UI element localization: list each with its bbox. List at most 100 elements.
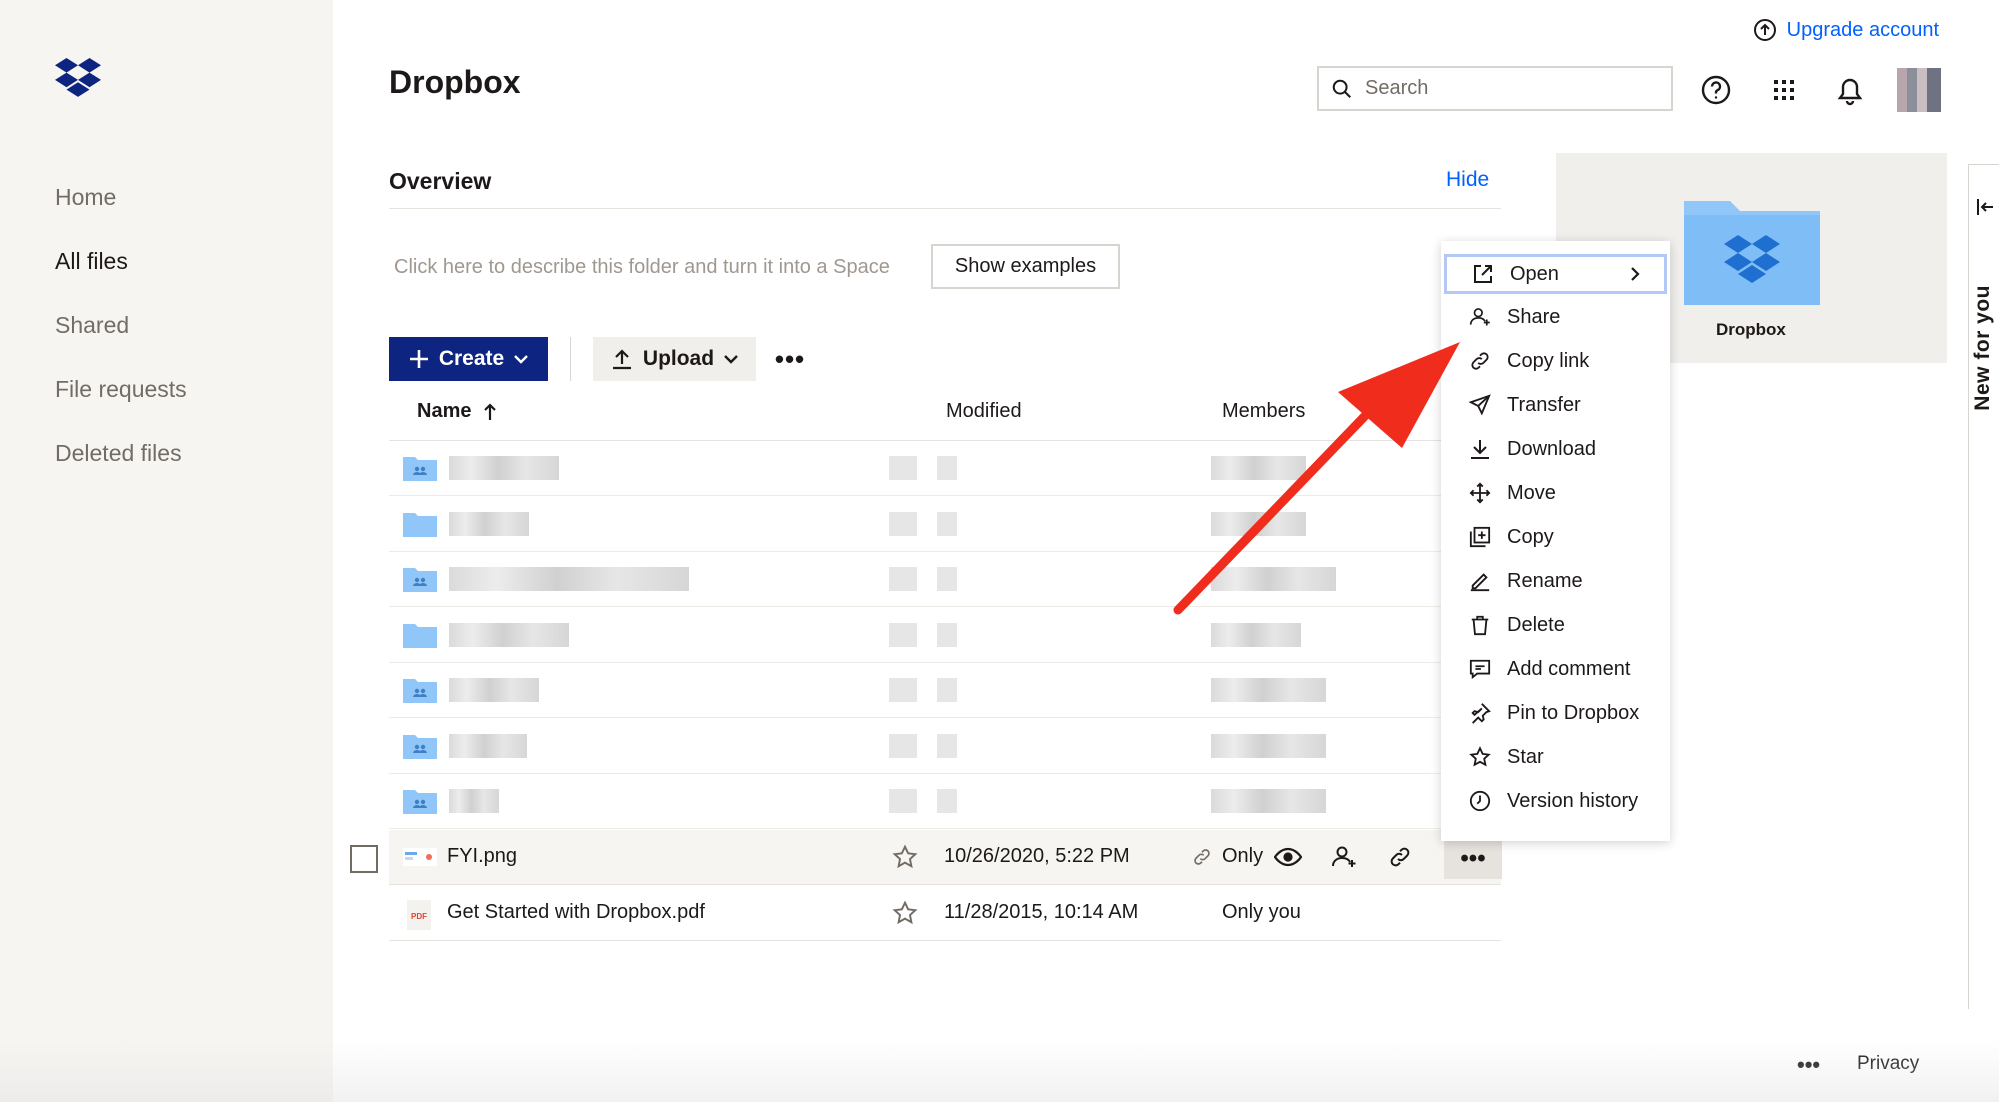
upload-label: Upload bbox=[642, 347, 715, 370]
menu-item-copy[interactable]: Copy bbox=[1441, 515, 1670, 559]
menu-item-label: Share bbox=[1507, 305, 1561, 328]
dropbox-logo-icon[interactable] bbox=[55, 58, 101, 98]
redacted-text bbox=[449, 567, 689, 591]
redacted-text bbox=[889, 456, 917, 480]
column-header-modified[interactable]: Modified bbox=[946, 400, 1022, 423]
footer-privacy-link[interactable]: Privacy bbox=[1857, 1053, 1919, 1075]
upgrade-account-link[interactable]: Upgrade account bbox=[1753, 18, 1939, 42]
bell-icon[interactable] bbox=[1832, 72, 1868, 108]
folder-icon bbox=[403, 624, 437, 648]
table-row-get-started-pdf[interactable]: PDF Get Started with Dropbox.pdf 11/28/2… bbox=[389, 886, 1501, 941]
upload-icon bbox=[611, 348, 633, 370]
collapse-left-icon[interactable] bbox=[1975, 197, 1995, 217]
menu-item-label: Copy bbox=[1507, 525, 1554, 548]
sidebar-item-home[interactable]: Home bbox=[55, 184, 116, 211]
file-name[interactable]: FYI.png bbox=[447, 845, 517, 868]
redacted-text bbox=[449, 623, 569, 647]
sidebar-item-deleted-files[interactable]: Deleted files bbox=[55, 440, 182, 467]
share-person-icon[interactable] bbox=[1328, 841, 1360, 873]
sidebar-item-file-requests[interactable]: File requests bbox=[55, 376, 187, 403]
menu-item-share[interactable]: Share bbox=[1441, 295, 1670, 339]
shared-folder-icon bbox=[403, 735, 437, 759]
redacted-text bbox=[937, 456, 957, 480]
menu-item-download[interactable]: Download bbox=[1441, 427, 1670, 471]
table-row[interactable] bbox=[389, 774, 1501, 829]
search-icon bbox=[1331, 78, 1353, 100]
pdf-file-icon: PDF bbox=[405, 900, 433, 930]
upgrade-account-label: Upgrade account bbox=[1786, 18, 1939, 41]
redacted-text bbox=[889, 678, 917, 702]
help-icon[interactable] bbox=[1698, 72, 1734, 108]
redacted-text bbox=[889, 512, 917, 536]
menu-item-label: Download bbox=[1507, 437, 1596, 460]
row-more-options-button[interactable]: ••• bbox=[1444, 839, 1502, 879]
redacted-text bbox=[937, 789, 957, 813]
folder-description-prompt[interactable]: Click here to describe this folder and t… bbox=[394, 256, 890, 279]
menu-item-move[interactable]: Move bbox=[1441, 471, 1670, 515]
toolbar-divider bbox=[570, 337, 571, 381]
column-header-name[interactable]: Name bbox=[417, 400, 497, 423]
file-name[interactable]: Get Started with Dropbox.pdf bbox=[447, 901, 705, 924]
menu-item-label: Pin to Dropbox bbox=[1507, 701, 1640, 724]
star-icon[interactable] bbox=[892, 900, 918, 926]
new-for-you-panel-tab[interactable]: New for you bbox=[1968, 164, 1999, 1009]
pencil-icon bbox=[1469, 570, 1491, 592]
sidebar: Home All files Shared File requests Dele… bbox=[0, 0, 333, 1102]
folder-preview-label: Dropbox bbox=[1716, 320, 1786, 339]
sidebar-item-shared[interactable]: Shared bbox=[55, 312, 129, 339]
menu-item-delete[interactable]: Delete bbox=[1441, 603, 1670, 647]
download-icon bbox=[1469, 438, 1491, 460]
menu-item-open[interactable]: Open bbox=[1444, 254, 1667, 294]
menu-item-rename[interactable]: Rename bbox=[1441, 559, 1670, 603]
upload-button[interactable]: Upload bbox=[593, 337, 756, 381]
arrow-up-circle-icon bbox=[1753, 18, 1777, 42]
chevron-down-icon bbox=[514, 354, 529, 364]
link-icon bbox=[1192, 847, 1212, 867]
menu-item-version-history[interactable]: Version history bbox=[1441, 779, 1670, 823]
table-row[interactable] bbox=[389, 719, 1501, 774]
file-members: Only you bbox=[1222, 901, 1301, 923]
redacted-text bbox=[1211, 623, 1301, 647]
shared-folder-icon bbox=[403, 790, 437, 814]
search-input[interactable] bbox=[1365, 77, 1645, 100]
hide-overview-link[interactable]: Hide bbox=[1446, 168, 1489, 192]
menu-item-label: Delete bbox=[1507, 613, 1565, 636]
preview-eye-icon[interactable] bbox=[1272, 841, 1304, 873]
dropbox-folder-icon bbox=[1684, 195, 1820, 305]
star-icon[interactable] bbox=[892, 844, 918, 870]
menu-item-label: Version history bbox=[1507, 789, 1639, 812]
table-row[interactable] bbox=[389, 663, 1501, 718]
table-row-fyi-png[interactable]: FYI.png 10/26/2020, 5:22 PM Only bbox=[389, 830, 1501, 885]
annotation-arrow bbox=[1173, 342, 1460, 615]
sort-ascending-icon bbox=[483, 402, 497, 421]
trash-icon bbox=[1469, 614, 1491, 636]
copy-link-icon[interactable] bbox=[1384, 841, 1416, 873]
footer-more-button[interactable]: ••• bbox=[1797, 1052, 1820, 1078]
menu-item-pin-to-dropbox[interactable]: Pin to Dropbox bbox=[1441, 691, 1670, 735]
share-person-icon bbox=[1469, 306, 1491, 328]
app-grid-icon[interactable] bbox=[1766, 72, 1802, 108]
menu-item-transfer[interactable]: Transfer bbox=[1441, 383, 1670, 427]
copy-icon bbox=[1469, 526, 1491, 548]
search-box[interactable] bbox=[1317, 66, 1673, 111]
folder-icon bbox=[403, 513, 437, 537]
shared-folder-icon bbox=[403, 457, 437, 481]
file-modified-date: 11/28/2015, 10:14 AM bbox=[944, 901, 1139, 923]
menu-item-star[interactable]: Star bbox=[1441, 735, 1670, 779]
avatar[interactable] bbox=[1897, 68, 1941, 112]
row-select-checkbox[interactable] bbox=[350, 845, 378, 873]
link-icon bbox=[1469, 350, 1491, 372]
show-examples-button[interactable]: Show examples bbox=[931, 244, 1120, 289]
redacted-text bbox=[449, 456, 559, 480]
redacted-text bbox=[449, 734, 527, 758]
chevron-down-icon bbox=[724, 354, 738, 364]
redacted-text bbox=[449, 678, 539, 702]
sidebar-item-all-files[interactable]: All files bbox=[55, 248, 128, 275]
more-options-button[interactable]: ••• bbox=[774, 341, 806, 377]
redacted-text bbox=[889, 789, 917, 813]
menu-item-add-comment[interactable]: Add comment bbox=[1441, 647, 1670, 691]
create-button[interactable]: Create bbox=[389, 337, 548, 381]
comment-icon bbox=[1469, 658, 1491, 680]
menu-item-copy-link[interactable]: Copy link bbox=[1441, 339, 1670, 383]
redacted-text bbox=[937, 678, 957, 702]
